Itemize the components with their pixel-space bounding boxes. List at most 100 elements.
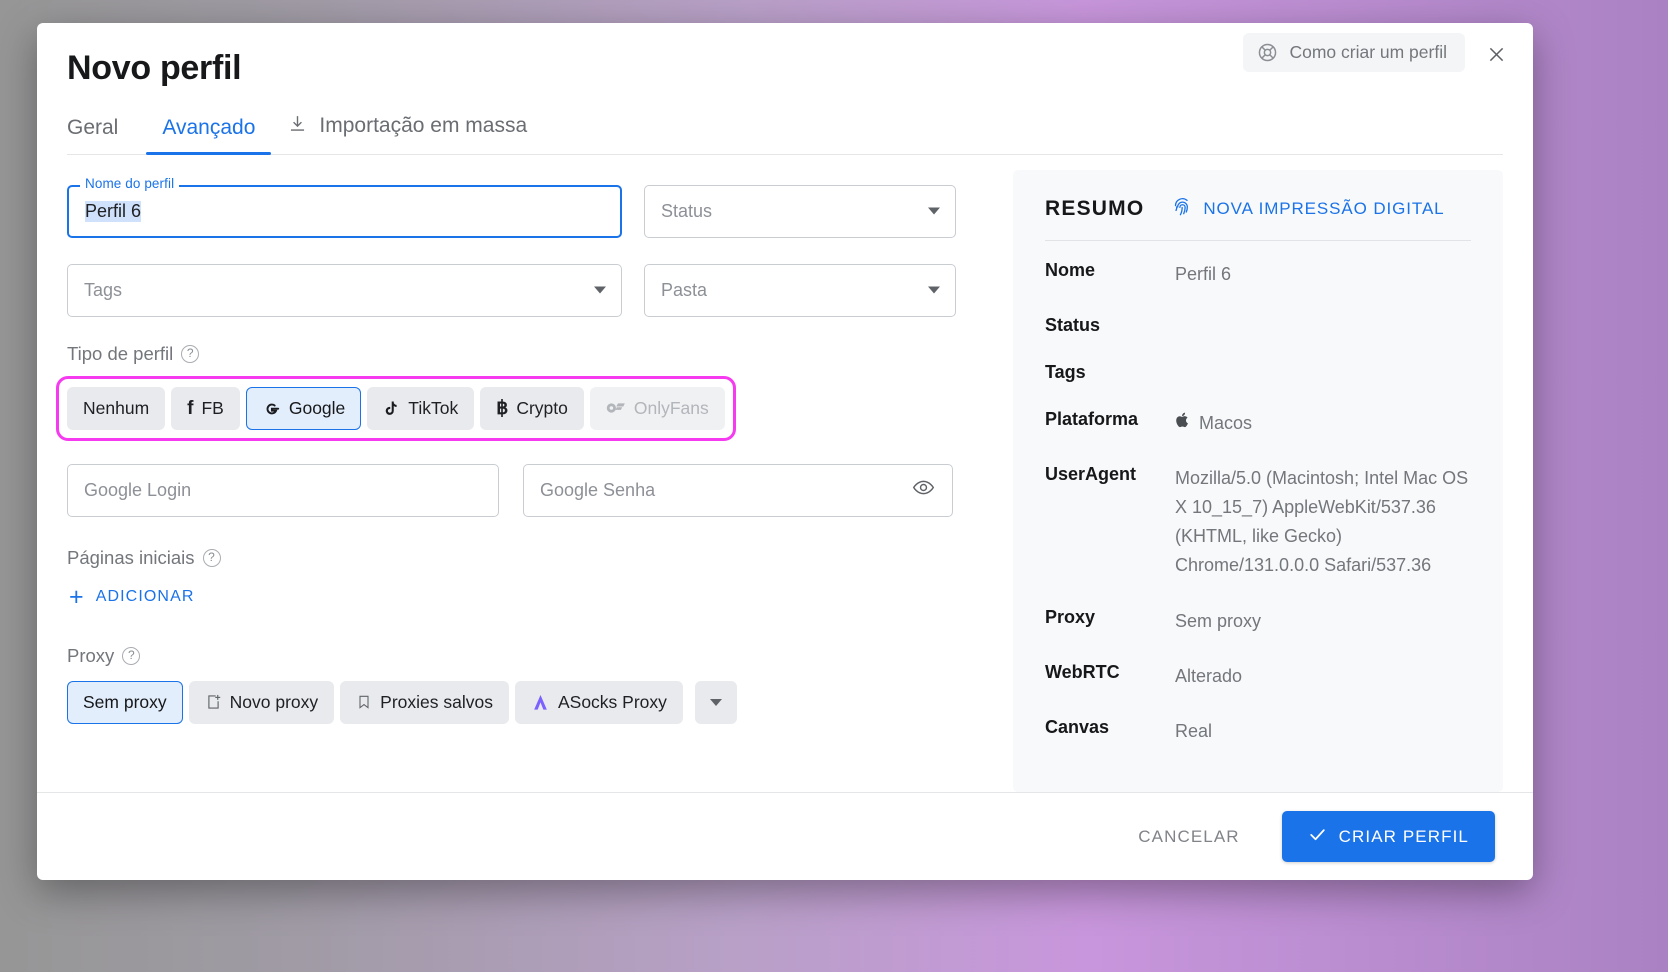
tab-bar: Geral Avançado Importação em massa <box>67 107 1503 155</box>
tab-avancado[interactable]: Avançado <box>146 110 272 155</box>
check-icon <box>1308 825 1327 849</box>
new-fingerprint-button[interactable]: NOVA IMPRESSÃO DIGITAL <box>1172 196 1444 222</box>
profile-name-legend: Nome do perfil <box>80 175 180 191</box>
form-row-1: Perfil 6 Nome do perfil Status <box>67 175 985 264</box>
onlyfans-icon <box>606 401 626 415</box>
how-to-create-profile-button[interactable]: Como criar um perfil <box>1243 33 1465 72</box>
summary-row-canvas: Canvas Real <box>1045 704 1471 759</box>
fingerprint-icon <box>1172 196 1193 222</box>
plus-icon: + <box>69 582 85 611</box>
summary-value: Alterado <box>1175 665 1243 686</box>
tab-avancado-label: Avançado <box>162 115 256 139</box>
add-start-page-label: ADICIONAR <box>95 587 195 605</box>
dialog-body: Perfil 6 Nome do perfil Status Tags Past… <box>37 155 1533 792</box>
proxy-group: Sem proxy Novo proxy Proxies salvos ASoc… <box>67 680 985 724</box>
tab-geral[interactable]: Geral <box>67 110 134 154</box>
summary-key: Status <box>1045 314 1101 335</box>
summary-row-status: Status <box>1045 302 1471 349</box>
profile-type-nenhum[interactable]: Nenhum <box>67 386 166 430</box>
download-icon <box>287 113 308 140</box>
profile-type-label-row: Tipo de perfil ? <box>67 343 985 365</box>
summary-value: Real <box>1175 720 1213 741</box>
summary-key: Plataforma <box>1045 408 1139 429</box>
summary-key: Nome <box>1045 259 1096 280</box>
chevron-down-icon <box>928 207 940 215</box>
tab-geral-label: Geral <box>67 115 119 139</box>
google-icon <box>262 399 281 418</box>
profile-type-google[interactable]: Google <box>245 386 362 430</box>
tiktok-icon <box>383 399 400 418</box>
proxy-sem-proxy-label: Sem proxy <box>83 691 167 712</box>
summary-value: Sem proxy <box>1175 610 1262 631</box>
summary-value: Mozilla/5.0 (Macintosh; Intel Mac OS X 1… <box>1175 468 1469 576</box>
cancel-button[interactable]: CANCELAR <box>1124 815 1253 859</box>
bitcoin-icon: ฿ <box>496 397 509 419</box>
profile-type-fb-label: FB <box>201 397 224 418</box>
proxy-asocks[interactable]: ASocks Proxy <box>514 680 683 724</box>
tab-importacao-em-massa[interactable]: Importação em massa <box>271 107 543 154</box>
google-password-placeholder: Google Senha <box>540 479 656 500</box>
chevron-down-icon <box>709 698 722 706</box>
summary-column: RESUMO NOVA IMPRESSÃO DIGITAL Nome Perfi… <box>1013 155 1503 792</box>
google-password-field[interactable]: Google Senha <box>523 463 953 517</box>
proxy-novo-proxy-label: Novo proxy <box>229 691 319 712</box>
show-password-icon[interactable] <box>912 476 935 504</box>
profile-name-field[interactable]: Perfil 6 Nome do perfil <box>67 175 622 238</box>
form-column: Perfil 6 Nome do perfil Status Tags Past… <box>56 155 1013 792</box>
new-profile-dialog: Novo perfil Como criar um perfil Geral A… <box>37 23 1533 880</box>
summary-row-useragent: UserAgent Mozilla/5.0 (Macintosh; Intel … <box>1045 451 1471 594</box>
create-profile-button[interactable]: CRIAR PERFIL <box>1281 811 1495 862</box>
dialog-footer: CANCELAR CRIAR PERFIL <box>37 792 1533 880</box>
profile-type-fb[interactable]: f FB <box>171 386 240 430</box>
proxy-salvos[interactable]: Proxies salvos <box>340 680 509 724</box>
add-start-page-button[interactable]: + ADICIONAR <box>67 583 197 611</box>
summary-row-proxy: Proxy Sem proxy <box>1045 594 1471 649</box>
summary-row-tags: Tags <box>1045 349 1471 396</box>
summary-divider <box>1045 239 1471 241</box>
summary-row-plataforma: Plataforma Macos <box>1045 396 1471 451</box>
summary-key: Canvas <box>1045 716 1110 737</box>
profile-type-onlyfans: OnlyFans <box>589 386 725 430</box>
summary-row-nome: Nome Perfil 6 <box>1045 247 1471 302</box>
profile-type-tiktok-label: TikTok <box>408 397 459 418</box>
tab-importacao-label: Importação em massa <box>319 114 528 138</box>
proxy-dropdown-button[interactable] <box>694 680 737 724</box>
apple-icon <box>1175 409 1190 438</box>
summary-header: RESUMO NOVA IMPRESSÃO DIGITAL <box>1045 196 1471 240</box>
create-profile-label: CRIAR PERFIL <box>1338 826 1469 846</box>
form-row-2: Tags Pasta <box>67 263 985 343</box>
help-icon[interactable]: ? <box>122 646 141 665</box>
close-button[interactable] <box>1479 37 1513 71</box>
help-pill-label: Como criar um perfil <box>1289 42 1447 62</box>
summary-row-webrtc: WebRTC Alterado <box>1045 649 1471 704</box>
profile-type-nenhum-label: Nenhum <box>83 397 150 418</box>
help-icon[interactable]: ? <box>202 548 221 567</box>
chevron-down-icon <box>594 286 606 294</box>
summary-key: WebRTC <box>1045 661 1120 682</box>
summary-value: Macos <box>1199 412 1253 433</box>
google-login-placeholder: Google Login <box>84 479 192 500</box>
tags-placeholder: Tags <box>84 279 123 300</box>
profile-name-value: Perfil 6 <box>85 200 142 222</box>
profile-type-label: Tipo de perfil <box>67 342 174 364</box>
help-icon[interactable]: ? <box>181 344 200 363</box>
tags-select[interactable]: Tags <box>67 263 622 317</box>
google-login-field[interactable]: Google Login <box>67 463 499 517</box>
google-credentials-row: Google Login Google Senha <box>67 463 985 517</box>
profile-type-crypto[interactable]: ฿ Crypto <box>480 386 584 430</box>
bookmark-icon <box>356 693 372 711</box>
status-placeholder: Status <box>661 200 713 221</box>
facebook-icon: f <box>187 397 194 419</box>
new-fingerprint-label: NOVA IMPRESSÃO DIGITAL <box>1203 198 1445 218</box>
status-select[interactable]: Status <box>644 184 956 238</box>
summary-value: Perfil 6 <box>1175 263 1232 284</box>
profile-type-tiktok[interactable]: TikTok <box>367 386 475 430</box>
proxy-sem-proxy[interactable]: Sem proxy <box>67 680 183 724</box>
chevron-down-icon <box>928 286 940 294</box>
proxy-asocks-label: ASocks Proxy <box>557 691 667 712</box>
folder-select[interactable]: Pasta <box>644 263 956 317</box>
dialog-header: Novo perfil Como criar um perfil Geral A… <box>37 23 1533 155</box>
profile-type-crypto-label: Crypto <box>516 397 568 418</box>
proxy-novo-proxy[interactable]: Novo proxy <box>188 680 335 724</box>
proxy-label-row: Proxy ? <box>67 645 985 667</box>
